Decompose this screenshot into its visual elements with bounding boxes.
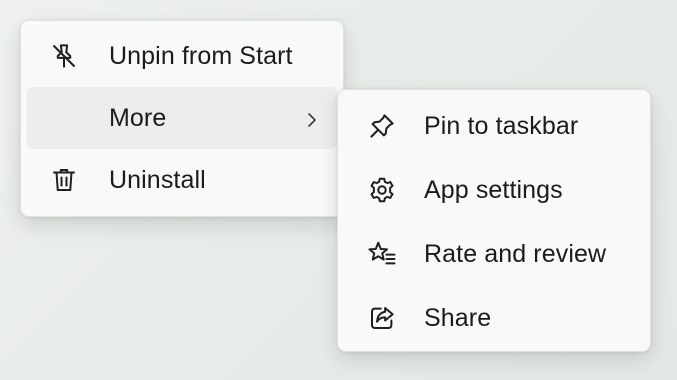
menu-item-label: Rate and review: [424, 239, 607, 268]
menu-item-more[interactable]: More: [27, 87, 337, 149]
menu-item-unpin-from-start[interactable]: Unpin from Start: [27, 25, 337, 87]
gear-icon: [365, 173, 399, 207]
trash-icon: [47, 163, 81, 197]
menu-item-rate-and-review[interactable]: Rate and review: [345, 222, 643, 286]
pin-icon: [365, 109, 399, 143]
menu-item-uninstall[interactable]: Uninstall: [27, 149, 337, 211]
menu-item-label: Share: [424, 303, 492, 332]
menu-item-label: App settings: [424, 175, 563, 204]
context-menu: Unpin from Start More Uninstall: [20, 20, 344, 217]
menu-item-app-settings[interactable]: App settings: [345, 158, 643, 222]
star-list-icon: [365, 237, 399, 271]
menu-item-label: More: [109, 103, 167, 132]
chevron-right-icon: [305, 108, 319, 128]
menu-item-pin-to-taskbar[interactable]: Pin to taskbar: [345, 94, 643, 158]
share-icon: [365, 301, 399, 335]
menu-item-label: Pin to taskbar: [424, 111, 579, 140]
unpin-icon: [47, 39, 81, 73]
menu-item-label: Uninstall: [109, 165, 206, 194]
menu-item-label: Unpin from Start: [109, 41, 293, 70]
submenu-more: Pin to taskbar App settings Rate and rev…: [337, 89, 651, 352]
menu-item-share[interactable]: Share: [345, 286, 643, 350]
